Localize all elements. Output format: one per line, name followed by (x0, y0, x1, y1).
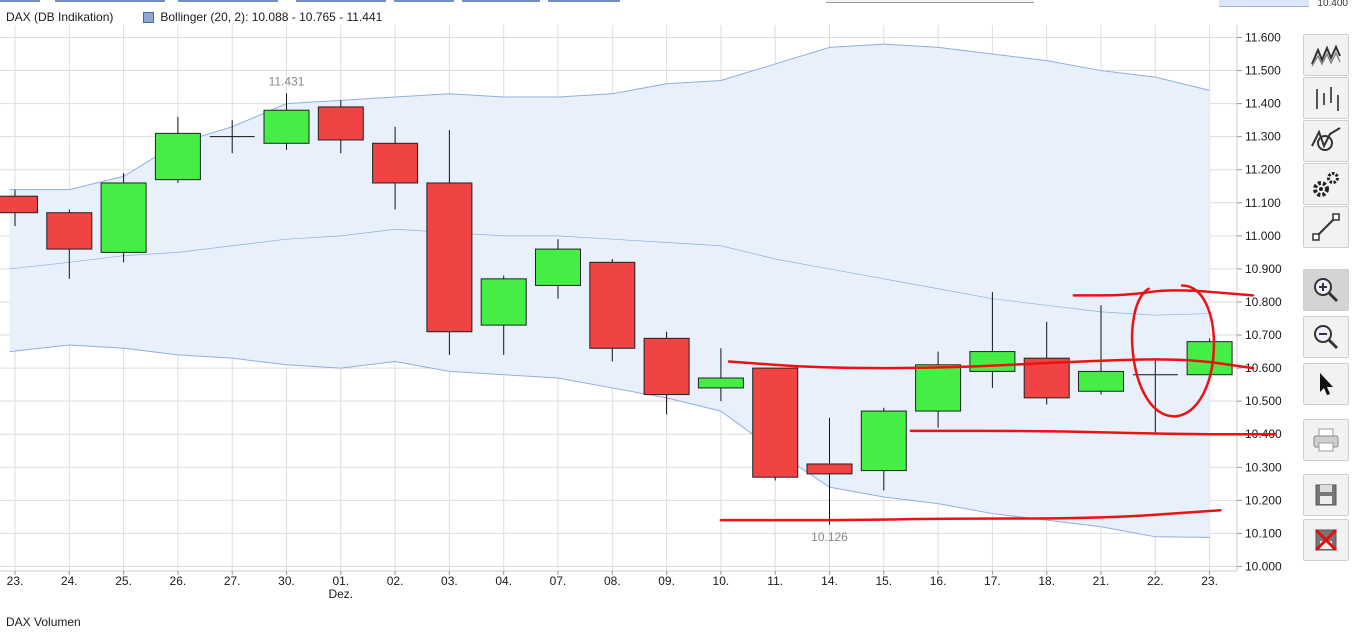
x-tick-label: 01. (332, 574, 349, 588)
x-tick-label: 16. (930, 574, 947, 588)
x-tick-label: 23. (1201, 574, 1218, 588)
x-tick-label: 08. (604, 574, 621, 588)
candle-body (46, 212, 93, 250)
x-tick-label: 22. (1147, 574, 1164, 588)
chart-legend: DAX (DB Indikation) Bollinger (20, 2): 1… (6, 10, 382, 24)
x-tick-label: 24. (61, 574, 78, 588)
candle-body (860, 410, 907, 472)
candle-body (263, 109, 310, 144)
y-tick-label: 11.000 (1245, 229, 1281, 243)
y-tick-label: 11.400 (1245, 97, 1281, 111)
floppy-disk-icon (1315, 484, 1337, 506)
y-tick-label: 10.300 (1245, 460, 1282, 474)
candle-body (697, 377, 744, 389)
price-annotation: 11.431 (269, 74, 305, 88)
x-tick-label: 25. (115, 574, 132, 588)
instrument-label: DAX (DB Indikation) (6, 10, 114, 24)
delete-button[interactable] (1303, 519, 1349, 561)
top-tab-strip (0, 0, 620, 3)
x-tick-label: 02. (387, 574, 404, 588)
ohlc-chart-button[interactable] (1303, 77, 1349, 119)
draw-line-button[interactable] (1303, 206, 1349, 248)
x-tick-label: 11. (767, 574, 783, 588)
x-tick-label: 14. (821, 574, 838, 588)
candle-body (372, 142, 419, 184)
cursor-icon (1320, 373, 1333, 395)
candle-body (806, 463, 853, 475)
candle-body (100, 182, 147, 253)
x-tick-label: 26. (170, 574, 187, 588)
y-tick-label: 10.700 (1245, 328, 1282, 342)
delete-icon (1314, 528, 1338, 552)
y-tick-label: 10.200 (1245, 493, 1282, 507)
x-tick-label: 07. (550, 574, 567, 588)
candle-body (1078, 370, 1124, 392)
candle-body (480, 278, 527, 326)
print-button[interactable] (1303, 419, 1349, 461)
corner-value: 10.400 (1317, 0, 1348, 9)
candle (752, 367, 799, 481)
candle-body (426, 182, 473, 333)
x-tick-label: 21. (1093, 574, 1110, 588)
zoom-out-button[interactable] (1303, 316, 1349, 358)
candle (263, 93, 310, 150)
pointer-button[interactable] (1303, 363, 1349, 405)
x-tick-label: 23. (7, 574, 24, 588)
candle-body (1186, 341, 1233, 376)
y-tick-label: 10.800 (1245, 295, 1282, 309)
x-tick-label: 15. (875, 574, 892, 588)
y-tick-label: 11.100 (1245, 196, 1281, 210)
y-tick-label: 10.500 (1245, 394, 1282, 408)
x-tick-label: 09. (658, 574, 675, 588)
zoom-out-icon (1314, 325, 1339, 350)
printer-icon (1313, 428, 1339, 452)
x-tick-label: 27. (224, 574, 241, 588)
candle (589, 259, 636, 362)
y-tick-label: 11.200 (1245, 163, 1281, 177)
y-tick-label: 10.100 (1245, 526, 1282, 540)
x-tick-label: 17. (984, 574, 1001, 588)
y-tick-label: 11.500 (1245, 64, 1281, 78)
y-tick-label: 11.300 (1245, 130, 1281, 144)
candle (154, 116, 201, 183)
x-tick-label: 10. (713, 574, 730, 588)
x-tick-label: 18. (1038, 574, 1055, 588)
candlestick-chart: 10.00010.10010.20010.30010.40010.50010.6… (0, 25, 1282, 601)
settings-button[interactable] (1303, 163, 1349, 205)
line-chart-icon (1311, 44, 1341, 67)
ohlc-chart-icon (1316, 87, 1339, 111)
gears-icon (1313, 172, 1339, 197)
line-chart-button[interactable] (1303, 34, 1349, 76)
candle-body (535, 248, 581, 286)
indicator-button[interactable] (1303, 120, 1349, 162)
indicator-icon (1311, 127, 1341, 151)
x-tick-label: 30. (278, 574, 295, 588)
candle-body (154, 132, 201, 181)
x-tick-sublabel: Dez. (328, 587, 353, 601)
top-input-box[interactable] (826, 0, 1034, 3)
save-button[interactable] (1303, 474, 1349, 516)
zoom-in-icon (1314, 278, 1339, 303)
line-tool-icon (1312, 213, 1340, 241)
candle-body (752, 367, 799, 478)
candle (100, 173, 147, 263)
price-annotation: 10.126 (811, 530, 848, 544)
volume-panel-label: DAX Volumen (6, 615, 81, 629)
indicator-label: Bollinger (20, 2): 10.088 - 10.765 - 11.… (160, 10, 383, 24)
top-range-box[interactable] (1219, 0, 1309, 7)
y-tick-label: 10.000 (1245, 559, 1282, 573)
bollinger-swatch (143, 11, 155, 23)
candle-body (317, 106, 364, 141)
candle-body (915, 364, 962, 412)
zoom-in-button[interactable] (1303, 269, 1349, 311)
candle-body (589, 261, 636, 349)
candle-body (969, 351, 1016, 372)
x-tick-label: 03. (441, 574, 458, 588)
y-tick-label: 10.900 (1245, 262, 1282, 276)
y-tick-label: 11.600 (1245, 31, 1281, 45)
candle-body (0, 195, 38, 214)
candle-body (643, 337, 690, 396)
x-tick-label: 04. (495, 574, 512, 588)
